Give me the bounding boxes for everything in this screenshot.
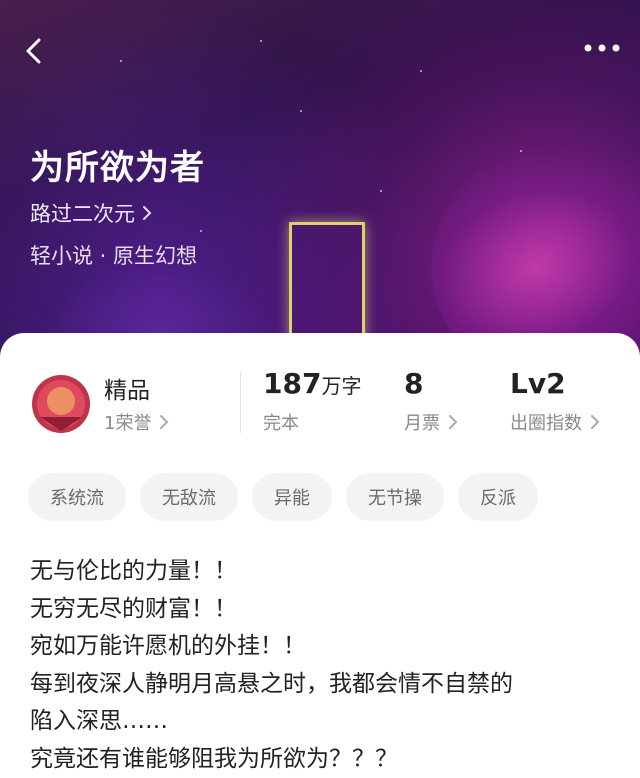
book-title: 为所欲为者 <box>30 148 205 188</box>
tag-chip[interactable]: 系统流 <box>28 473 126 521</box>
quality-label: 精品 <box>104 378 150 404</box>
circle-index-value: Lv2 <box>510 367 566 400</box>
cover-banner: 为所欲为者 路过二次元 轻小说 · 原生幻想 <box>0 0 640 360</box>
chevron-left-icon[interactable] <box>20 36 50 66</box>
monthly-ticket-label: 月票 <box>404 413 440 434</box>
decor-star <box>120 60 122 62</box>
chevron-right-icon <box>449 415 458 429</box>
author-link[interactable]: 路过二次元 <box>30 198 153 228</box>
quality-badge-icon <box>32 375 90 433</box>
synopsis-line: 每到夜深人静明月高悬之时，我都会情不自禁的 <box>30 670 513 697</box>
decor-star <box>520 150 522 152</box>
tag-chip[interactable]: 无节操 <box>346 473 444 521</box>
monthly-ticket-link[interactable]: 月票 <box>404 409 458 435</box>
chevron-right-icon <box>591 415 600 429</box>
circle-index-link[interactable]: 出圈指数 <box>510 409 600 435</box>
stats-row: 精品 1荣誉 187万字 完本 8 月票 Lv2 出圈指数 <box>0 367 640 439</box>
chevron-right-icon <box>143 206 152 220</box>
monthly-ticket-count: 8 <box>404 367 423 400</box>
synopsis-line: 陷入深思…… <box>30 708 168 734</box>
more-horizontal-icon[interactable] <box>582 38 622 58</box>
completion-status: 完本 <box>263 413 299 434</box>
decor-swirl <box>396 102 640 360</box>
decor-star <box>420 70 422 72</box>
tag-chip[interactable]: 无敌流 <box>140 473 238 521</box>
monthly-ticket-value: 8 <box>404 367 424 400</box>
circle-index-label: 出圈指数 <box>510 413 582 434</box>
word-count-value: 187 <box>263 367 322 400</box>
decor-star <box>260 40 262 42</box>
synopsis-line: 究竟还有谁能够阻我为所欲为？？？ <box>30 745 398 772</box>
tag-chip[interactable]: 异能 <box>252 473 332 521</box>
synopsis-line: 宛如万能许愿机的外挂！！ <box>30 633 306 659</box>
stats-divider <box>240 371 241 433</box>
decor-star <box>380 190 382 192</box>
decor-star <box>300 110 302 112</box>
author-name: 路过二次元 <box>30 202 135 226</box>
word-count: 187万字 <box>263 367 361 400</box>
book-genre: 轻小说 · 原生幻想 <box>30 244 198 268</box>
honor-link[interactable]: 1荣誉 <box>104 409 169 435</box>
tag-list: 系统流 无敌流 异能 无节操 反派 <box>28 473 538 521</box>
chevron-right-icon <box>160 415 169 429</box>
details-sheet: 精品 1荣誉 187万字 完本 8 月票 Lv2 出圈指数 系统流 无敌流 异能… <box>0 333 640 778</box>
synopsis[interactable]: 无与伦比的力量！！ 无穷无尽的财富！！ 宛如万能许愿机的外挂！！ 每到夜深人静明… <box>30 553 620 778</box>
decor-star <box>200 230 202 232</box>
word-count-unit: 万字 <box>321 374 362 398</box>
circle-index-level: Lv2 <box>510 367 566 400</box>
synopsis-line: 无与伦比的力量！！ <box>30 558 237 584</box>
tag-chip[interactable]: 反派 <box>458 473 538 521</box>
honor-count: 1荣誉 <box>104 413 152 434</box>
synopsis-line: 无穷无尽的财富！！ <box>30 595 237 622</box>
